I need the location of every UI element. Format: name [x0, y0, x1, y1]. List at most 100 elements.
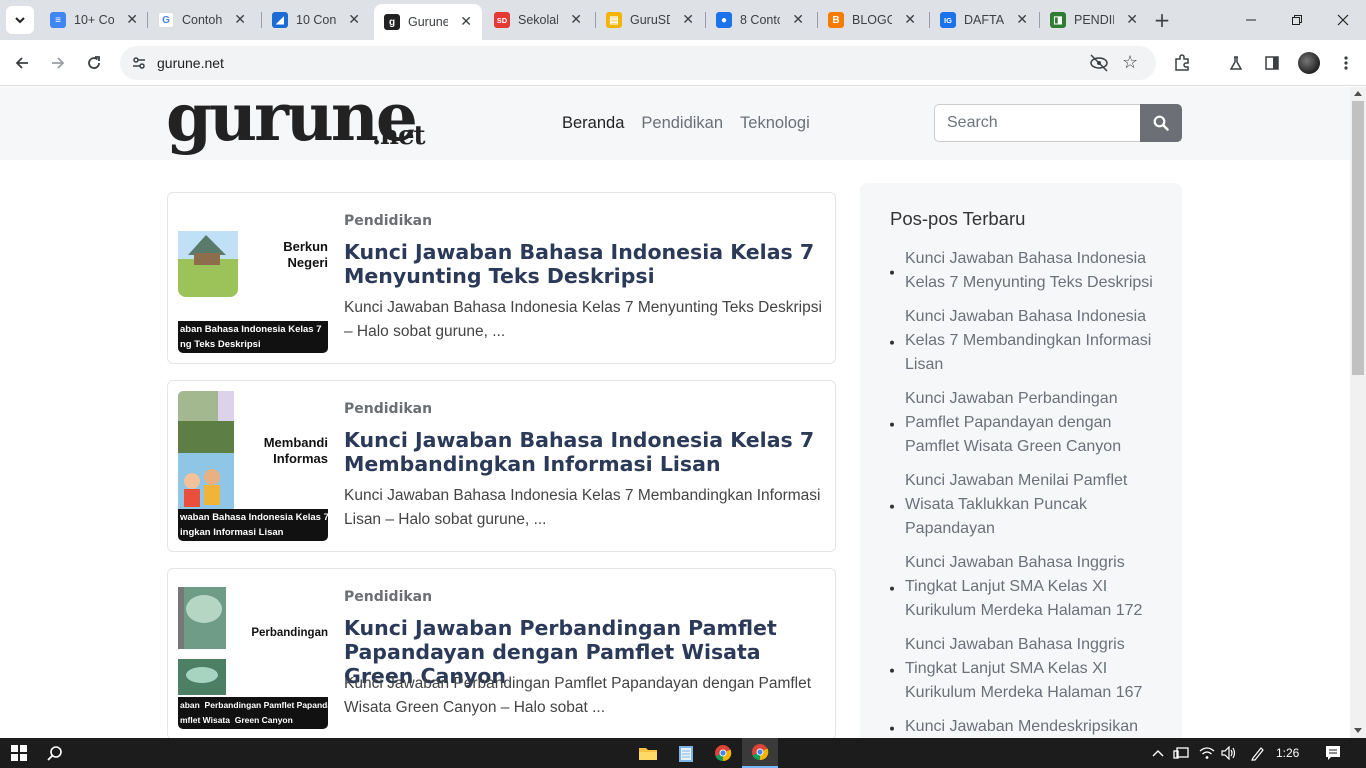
nav-item-teknologi[interactable]: Teknologi — [740, 114, 810, 133]
url-text[interactable]: gurune.net — [157, 55, 224, 71]
nav-item-beranda[interactable]: Beranda — [562, 114, 624, 133]
reload-button[interactable] — [80, 49, 108, 77]
extensions-button[interactable] — [1168, 49, 1196, 77]
recent-post-link[interactable]: Kunci Jawaban Bahasa Inggris Tingkat Lan… — [905, 554, 1142, 619]
tray-device-button[interactable] — [1172, 738, 1190, 768]
side-panel-button[interactable] — [1258, 49, 1286, 77]
recent-post-link[interactable]: Kunci Jawaban Bahasa Inggris Tingkat Lan… — [905, 636, 1142, 701]
browser-tab[interactable]: ≡ 10+ Co ✕ — [40, 4, 148, 36]
tab-close-icon[interactable]: ✕ — [126, 12, 138, 28]
profile-avatar[interactable] — [1298, 52, 1320, 74]
article-card[interactable]: Perbandingan aban Perbandingan Pamflet P… — [167, 568, 836, 738]
chrome-active-taskbar-button[interactable] — [742, 738, 778, 768]
scroll-down-arrow-icon[interactable] — [1354, 728, 1362, 733]
pen-button[interactable] — [1248, 738, 1268, 768]
recent-post-item[interactable]: Kunci Jawaban Bahasa Inggris Tingkat Lan… — [890, 633, 1160, 705]
start-button[interactable] — [8, 738, 30, 768]
restore-button[interactable] — [1274, 0, 1320, 40]
search-input[interactable] — [934, 104, 1141, 142]
chrome-icon — [752, 744, 769, 761]
recent-post-item[interactable]: Kunci Jawaban Menilai Pamflet Wisata Tak… — [890, 469, 1160, 541]
eye-off-icon[interactable] — [1088, 53, 1110, 73]
speaker-icon — [1221, 746, 1236, 760]
tab-close-icon[interactable]: ✕ — [1016, 12, 1028, 28]
thumbnail-band: aban Bahasa Indonesia Kelas 7 ng Teks De… — [178, 321, 328, 353]
article-thumbnail[interactable]: Membandi Informas waban Bahasa Indonesia… — [178, 391, 328, 541]
recent-post-item[interactable]: Kunci Jawaban Bahasa Indonesia Kelas 7 M… — [890, 247, 1160, 295]
notification-button[interactable] — [1322, 738, 1344, 768]
recent-post-item[interactable]: Kunci Jawaban Mendeskripsikan — [890, 715, 1160, 738]
labs-button[interactable] — [1222, 49, 1250, 77]
article-card[interactable]: Berkun Negeri aban Bahasa Indonesia Kela… — [167, 192, 836, 364]
recent-post-link[interactable]: Kunci Jawaban Mendeskripsikan — [905, 718, 1138, 735]
forward-button[interactable] — [44, 49, 72, 77]
address-bar[interactable]: gurune.net ☆ — [120, 46, 1156, 80]
folder-icon: ▤ — [606, 12, 622, 28]
scroll-thumb[interactable] — [1352, 101, 1364, 375]
tab-search-button[interactable] — [6, 6, 34, 34]
article-card[interactable]: Membandi Informas waban Bahasa Indonesia… — [167, 380, 836, 552]
recent-post-link[interactable]: Kunci Jawaban Bahasa Indonesia Kelas 7 M… — [905, 308, 1151, 373]
minimize-button[interactable] — [1228, 0, 1274, 40]
ig-icon: IG — [940, 12, 956, 28]
tab-close-icon[interactable]: ✕ — [460, 14, 472, 30]
volume-button[interactable] — [1220, 738, 1238, 768]
article-title[interactable]: Kunci Jawaban Bahasa Indonesia Kelas 7 M… — [344, 428, 828, 476]
menu-button[interactable] — [1332, 49, 1360, 77]
arrow-right-icon — [52, 57, 65, 69]
article-category[interactable]: Pendidikan — [344, 589, 432, 605]
browser-tab[interactable]: IG DAFTAR ✕ — [930, 4, 1038, 36]
scroll-up-arrow-icon[interactable] — [1354, 91, 1362, 96]
tab-title: DAFTAR — [964, 13, 1004, 27]
tab-close-icon[interactable]: ✕ — [234, 12, 246, 28]
tab-close-icon[interactable]: ✕ — [682, 12, 694, 28]
notepad-icon — [679, 746, 693, 762]
thumbnail-band: aban Perbandingan Pamflet Papandayan mfl… — [178, 697, 328, 729]
taskbar-clock[interactable]: 1:26 — [1276, 746, 1299, 760]
new-tab-button[interactable]: + — [1150, 8, 1174, 32]
recent-post-item[interactable]: Kunci Jawaban Bahasa Inggris Tingkat Lan… — [890, 551, 1160, 623]
browser-tab[interactable]: g Gurune ✕ — [374, 4, 482, 40]
bookmark-star-icon[interactable]: ☆ — [1122, 52, 1138, 73]
tab-strip: ≡ 10+ Co ✕ G Contoh ✕ ◢ 10 Cont ✕ g Gurune ✕ SD Sekol… — [0, 0, 1366, 40]
nav-item-pendidikan[interactable]: Pendidikan — [641, 114, 723, 133]
article-title[interactable]: Kunci Jawaban Bahasa Indonesia Kelas 7 M… — [344, 240, 828, 288]
article-thumbnail[interactable]: Perbandingan aban Perbandingan Pamflet P… — [178, 579, 328, 729]
file-explorer-button[interactable] — [636, 738, 660, 768]
notepad-button[interactable] — [674, 738, 698, 768]
browser-tab[interactable]: ◢ 10 Cont ✕ — [262, 4, 370, 36]
tab-title: 8 Conto — [740, 13, 780, 27]
telegram-like-icon: ◢ — [272, 12, 288, 28]
tab-close-icon[interactable]: ✕ — [348, 12, 360, 28]
browser-tab[interactable]: G Contoh ✕ — [148, 4, 256, 36]
recent-post-link[interactable]: Kunci Jawaban Bahasa Indonesia Kelas 7 M… — [905, 250, 1153, 291]
browser-tab[interactable]: B BLOGG ✕ — [818, 4, 926, 36]
browser-tab[interactable]: ▤ GuruSD ✕ — [596, 4, 704, 36]
recent-post-link[interactable]: Kunci Jawaban Perbandingan Pamflet Papan… — [905, 390, 1121, 455]
back-button[interactable] — [8, 49, 36, 77]
tab-close-icon[interactable]: ✕ — [904, 12, 916, 28]
site-info-icon[interactable] — [129, 53, 149, 73]
tab-close-icon[interactable]: ✕ — [1126, 12, 1138, 28]
browser-tab[interactable]: ◨ PENDID ✕ — [1040, 4, 1148, 36]
recent-post-item[interactable]: Kunci Jawaban Perbandingan Pamflet Papan… — [890, 387, 1160, 459]
chrome-taskbar-button[interactable] — [711, 738, 735, 768]
browser-tab[interactable]: SD Sekolah ✕ — [484, 4, 592, 36]
taskbar-search-button[interactable] — [44, 738, 66, 768]
site-logo[interactable]: gurune .net — [166, 87, 426, 151]
sidebar: Pos-pos Terbaru Kunci Jawaban Bahasa Ind… — [860, 183, 1182, 738]
browser-tab[interactable]: ● 8 Conto ✕ — [706, 4, 814, 36]
bullet-icon — [890, 270, 894, 275]
tab-close-icon[interactable]: ✕ — [792, 12, 804, 28]
article-category[interactable]: Pendidikan — [344, 213, 432, 229]
recent-post-link[interactable]: Kunci Jawaban Menilai Pamflet Wisata Tak… — [905, 472, 1127, 537]
close-window-button[interactable] — [1320, 0, 1366, 40]
search-button[interactable] — [1140, 104, 1182, 142]
tray-overflow-button[interactable] — [1150, 738, 1166, 768]
tab-close-icon[interactable]: ✕ — [570, 12, 582, 28]
article-category[interactable]: Pendidikan — [344, 401, 432, 417]
recent-post-item[interactable]: Kunci Jawaban Bahasa Indonesia Kelas 7 M… — [890, 305, 1160, 377]
page-scrollbar[interactable] — [1350, 87, 1366, 738]
network-button[interactable] — [1198, 738, 1216, 768]
article-thumbnail[interactable]: Berkun Negeri aban Bahasa Indonesia Kela… — [178, 203, 328, 353]
